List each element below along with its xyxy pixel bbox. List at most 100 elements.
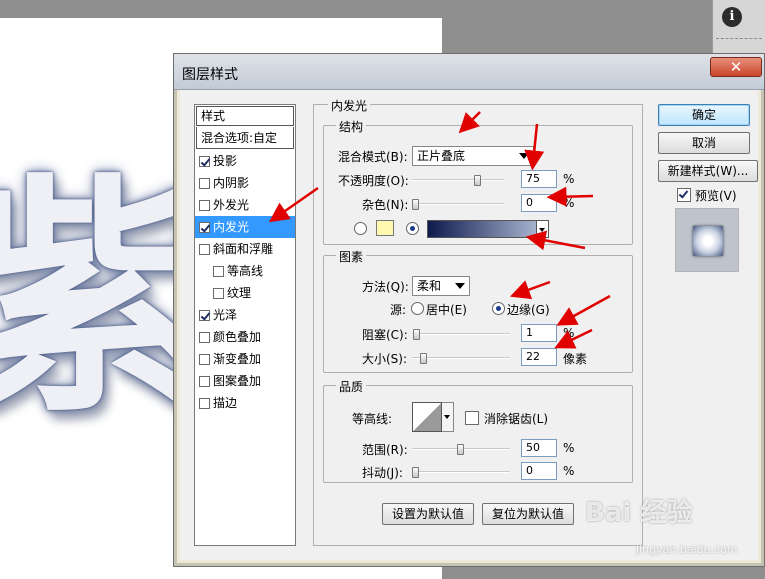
style-checkbox[interactable] <box>199 353 210 365</box>
structure-title: 结构 <box>336 118 367 135</box>
blend-mode-label: 混合模式(B): <box>338 150 408 164</box>
style-preview <box>675 208 739 272</box>
styles-item[interactable]: 渐变叠加 <box>195 348 295 370</box>
style-checkbox[interactable] <box>199 375 210 387</box>
opacity-field[interactable]: 75 <box>521 170 557 188</box>
styles-item[interactable]: 斜面和浮雕 <box>195 238 295 260</box>
styles-item-blend-options[interactable]: 混合选项:自定 <box>196 127 294 149</box>
contour-label: 等高线: <box>352 412 393 426</box>
style-checkbox[interactable] <box>213 265 224 277</box>
opacity-label: 不透明度(O): <box>338 174 409 188</box>
range-field[interactable]: 50 <box>521 439 557 457</box>
style-checkbox[interactable] <box>199 199 210 211</box>
style-checkbox[interactable] <box>199 155 210 167</box>
styles-item-label: 内发光 <box>213 220 250 234</box>
jitter-field[interactable]: 0 <box>521 462 557 480</box>
preview-checkbox[interactable] <box>677 188 691 202</box>
new-style-button[interactable]: 新建样式(W)... <box>658 160 758 182</box>
styles-item[interactable]: 内阴影 <box>195 172 295 194</box>
gradient-picker[interactable] <box>427 220 549 238</box>
styles-item[interactable]: 光泽 <box>195 304 295 326</box>
jitter-slider[interactable] <box>412 467 510 478</box>
slider-thumb[interactable] <box>420 353 427 364</box>
slider-thumb[interactable] <box>474 175 481 186</box>
slider-thumb[interactable] <box>457 444 464 455</box>
style-checkbox[interactable] <box>213 287 224 299</box>
slider-thumb[interactable] <box>412 199 419 210</box>
pixels-unit: 像素 <box>563 352 588 366</box>
watermark-url: jingyan.baidu.com <box>636 543 738 556</box>
slider-track <box>412 333 510 335</box>
ok-button[interactable]: 确定 <box>658 104 750 126</box>
color-radio[interactable] <box>354 222 367 235</box>
slider-thumb[interactable] <box>412 467 419 478</box>
elements-group: 图素 方法(Q): 柔和 源: 居中(E) 边缘(G) 阻塞(C): 1 % 大… <box>323 248 633 373</box>
center-radio[interactable] <box>411 302 424 315</box>
glow-color-swatch[interactable] <box>376 220 394 236</box>
slider-thumb[interactable] <box>413 329 420 340</box>
styles-item-label: 外发光 <box>213 198 250 212</box>
choke-slider[interactable] <box>412 329 510 340</box>
opacity-slider[interactable] <box>412 175 504 186</box>
size-slider[interactable] <box>412 353 510 364</box>
jitter-label: 抖动(J): <box>362 466 403 480</box>
style-checkbox[interactable] <box>199 309 210 321</box>
percent-unit: % <box>563 464 575 478</box>
style-checkbox[interactable] <box>199 243 210 255</box>
close-icon: ✕ <box>729 58 743 76</box>
close-button[interactable]: ✕ <box>710 57 762 77</box>
dialog-body: 样式 混合选项:自定 投影内阴影外发光内发光斜面和浮雕等高线纹理 光泽 颜色叠加 渐变… <box>180 90 758 560</box>
blend-mode-value: 正片叠底 <box>417 149 466 163</box>
percent-unit: % <box>563 172 575 186</box>
noise-field[interactable]: 0 <box>521 194 557 212</box>
dialog-titlebar[interactable]: 图层样式 ✕ <box>174 54 764 90</box>
styles-list: 样式 混合选项:自定 投影内阴影外发光内发光斜面和浮雕等高线纹理 光泽 颜色叠加 渐变… <box>194 104 296 546</box>
gradient-radio[interactable] <box>406 222 419 235</box>
styles-item[interactable]: 外发光 <box>195 194 295 216</box>
noise-slider[interactable] <box>412 199 504 210</box>
technique-label: 方法(Q): <box>362 280 409 294</box>
styles-item[interactable]: 描边 <box>195 392 295 414</box>
styles-list-header[interactable]: 样式 <box>196 106 294 126</box>
styles-item[interactable]: 图案叠加 <box>195 370 295 392</box>
styles-item-label: 图案叠加 <box>213 374 262 388</box>
chevron-down-icon[interactable] <box>442 402 454 432</box>
size-label: 大小(S): <box>362 352 408 366</box>
styles-item-label: 等高线 <box>227 264 264 278</box>
preview-label: 预览(V) <box>695 189 737 203</box>
choke-field[interactable]: 1 <box>521 324 557 342</box>
technique-select[interactable]: 柔和 <box>412 276 470 296</box>
range-slider[interactable] <box>412 444 510 455</box>
style-checkbox[interactable] <box>199 331 210 343</box>
chevron-down-icon[interactable] <box>536 221 548 237</box>
choke-label: 阻塞(C): <box>362 328 408 342</box>
styles-item[interactable]: 颜色叠加 <box>195 326 295 348</box>
technique-value: 柔和 <box>417 279 442 293</box>
styles-item[interactable]: 投影 <box>195 150 295 172</box>
antialias-checkbox[interactable] <box>465 411 479 425</box>
percent-unit: % <box>563 326 575 340</box>
range-label: 范围(R): <box>362 443 408 457</box>
info-icon[interactable]: i <box>722 7 742 27</box>
blend-mode-select[interactable]: 正片叠底 <box>412 146 534 166</box>
source-label: 源: <box>390 303 407 317</box>
percent-unit: % <box>563 441 575 455</box>
contour-picker[interactable] <box>412 402 442 432</box>
reset-default-button[interactable]: 复位为默认值 <box>482 503 574 525</box>
styles-item[interactable]: 等高线 <box>195 260 295 282</box>
styles-item-label: 描边 <box>213 396 238 410</box>
edge-radio[interactable] <box>492 302 505 315</box>
cancel-button[interactable]: 取消 <box>658 132 750 154</box>
styles-item[interactable]: 纹理 <box>195 282 295 304</box>
chevron-down-icon <box>455 283 465 289</box>
dialog-title: 图层样式 <box>182 67 238 83</box>
layer-style-dialog: 图层样式 ✕ 样式 混合选项:自定 投影内阴影外发光内发光斜面和浮雕等高线纹理光… <box>173 53 765 567</box>
structure-group: 结构 混合模式(B): 正片叠底 不透明度(O): 75 % 杂色(N): 0 … <box>323 118 633 245</box>
style-checkbox[interactable] <box>199 221 210 233</box>
size-field[interactable]: 22 <box>521 348 557 366</box>
style-checkbox[interactable] <box>199 397 210 409</box>
styles-item-label: 内阴影 <box>213 176 250 190</box>
style-checkbox[interactable] <box>199 177 210 189</box>
styles-item[interactable]: 内发光 <box>195 216 295 238</box>
make-default-button[interactable]: 设置为默认值 <box>382 503 474 525</box>
